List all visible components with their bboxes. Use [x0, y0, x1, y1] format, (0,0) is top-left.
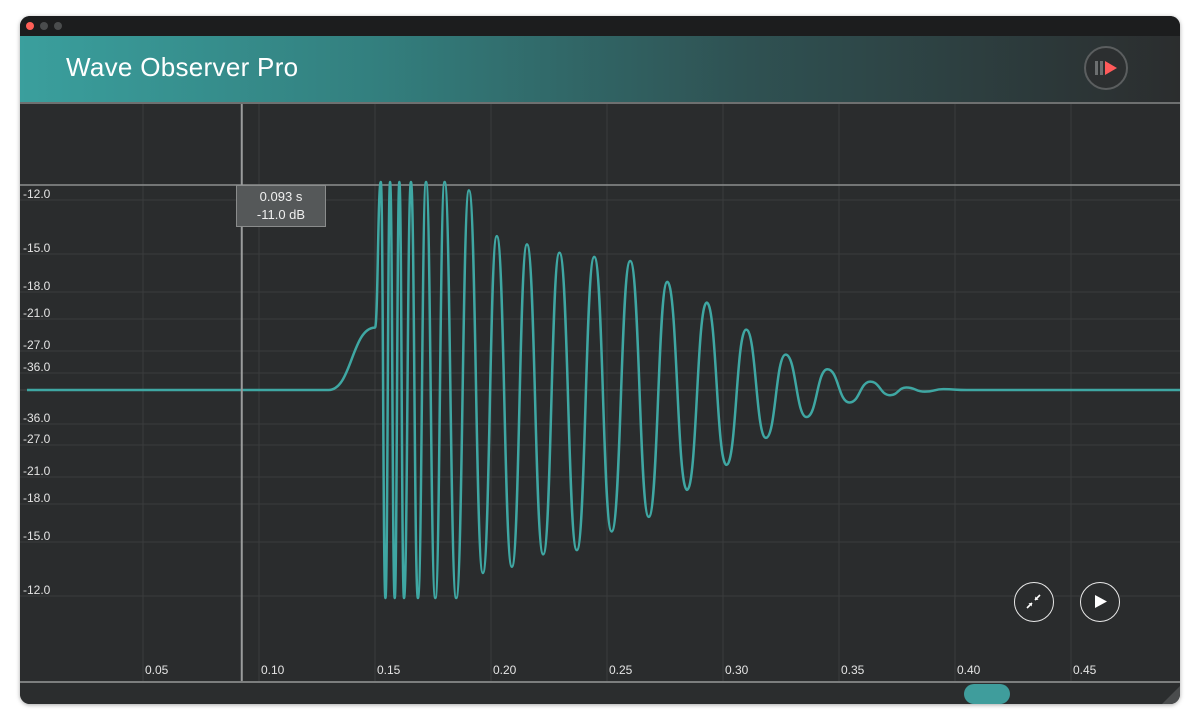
- x-tick-label: 0.35: [841, 663, 865, 677]
- y-tick-label: -36.0: [23, 411, 51, 425]
- collapse-arrows-icon: [1026, 594, 1041, 609]
- pause-record-icon: [1095, 61, 1117, 75]
- play-icon: [1095, 595, 1107, 608]
- waveform-plot[interactable]: -12.0 -15.0 -18.0 -21.0 -27.0 -36.0 -36.0 -27.0…: [20, 104, 1180, 681]
- x-tick-label: 0.20: [493, 663, 517, 677]
- x-tick-label: 0.40: [957, 663, 981, 677]
- y-tick-label: -12.0: [23, 187, 51, 201]
- close-window-icon[interactable]: [26, 22, 34, 30]
- x-tick-label: 0.45: [1073, 663, 1097, 677]
- x-tick-label: 0.30: [725, 663, 749, 677]
- app-window: Wave Observer Pro -12.0 -15.0 -18.0 -21.0 -2…: [20, 16, 1180, 704]
- y-tick-label: -15.0: [23, 529, 51, 543]
- collapse-button[interactable]: [1014, 582, 1054, 622]
- minimize-window-icon[interactable]: [40, 22, 48, 30]
- window-titlebar[interactable]: [20, 16, 1180, 36]
- cursor-time: 0.093 s: [259, 189, 303, 204]
- y-tick-label: -18.0: [23, 279, 51, 293]
- pause-record-button[interactable]: [1084, 46, 1128, 90]
- y-tick-label: -18.0: [23, 491, 51, 505]
- y-tick-label: -27.0: [23, 432, 51, 446]
- waveform-line: [26, 180, 1180, 600]
- y-tick-label: -21.0: [23, 306, 51, 320]
- app-header: Wave Observer Pro: [20, 36, 1180, 104]
- y-tick-label: -12.0: [23, 583, 51, 597]
- y-tick-label: -27.0: [23, 338, 51, 352]
- x-tick-label: 0.05: [145, 663, 169, 677]
- play-button[interactable]: [1080, 582, 1120, 622]
- x-tick-label: 0.15: [377, 663, 401, 677]
- maximize-window-icon[interactable]: [54, 22, 62, 30]
- waveform-chart[interactable]: -12.0 -15.0 -18.0 -21.0 -27.0 -36.0 -36.0 -27.0…: [20, 104, 1180, 681]
- app-title: Wave Observer Pro: [66, 52, 299, 82]
- cursor-readout: 0.093 s -11.0 dB: [236, 185, 326, 227]
- horizontal-scrollbar[interactable]: [20, 681, 1180, 704]
- x-tick-label: 0.10: [261, 663, 285, 677]
- cursor-level: -11.0 dB: [256, 207, 306, 222]
- y-tick-label: -15.0: [23, 241, 51, 255]
- resize-grip-icon[interactable]: [1162, 686, 1180, 704]
- y-tick-label: -36.0: [23, 360, 51, 374]
- y-tick-label: -21.0: [23, 464, 51, 478]
- x-tick-label: 0.25: [609, 663, 633, 677]
- scrollbar-thumb[interactable]: [964, 684, 1010, 704]
